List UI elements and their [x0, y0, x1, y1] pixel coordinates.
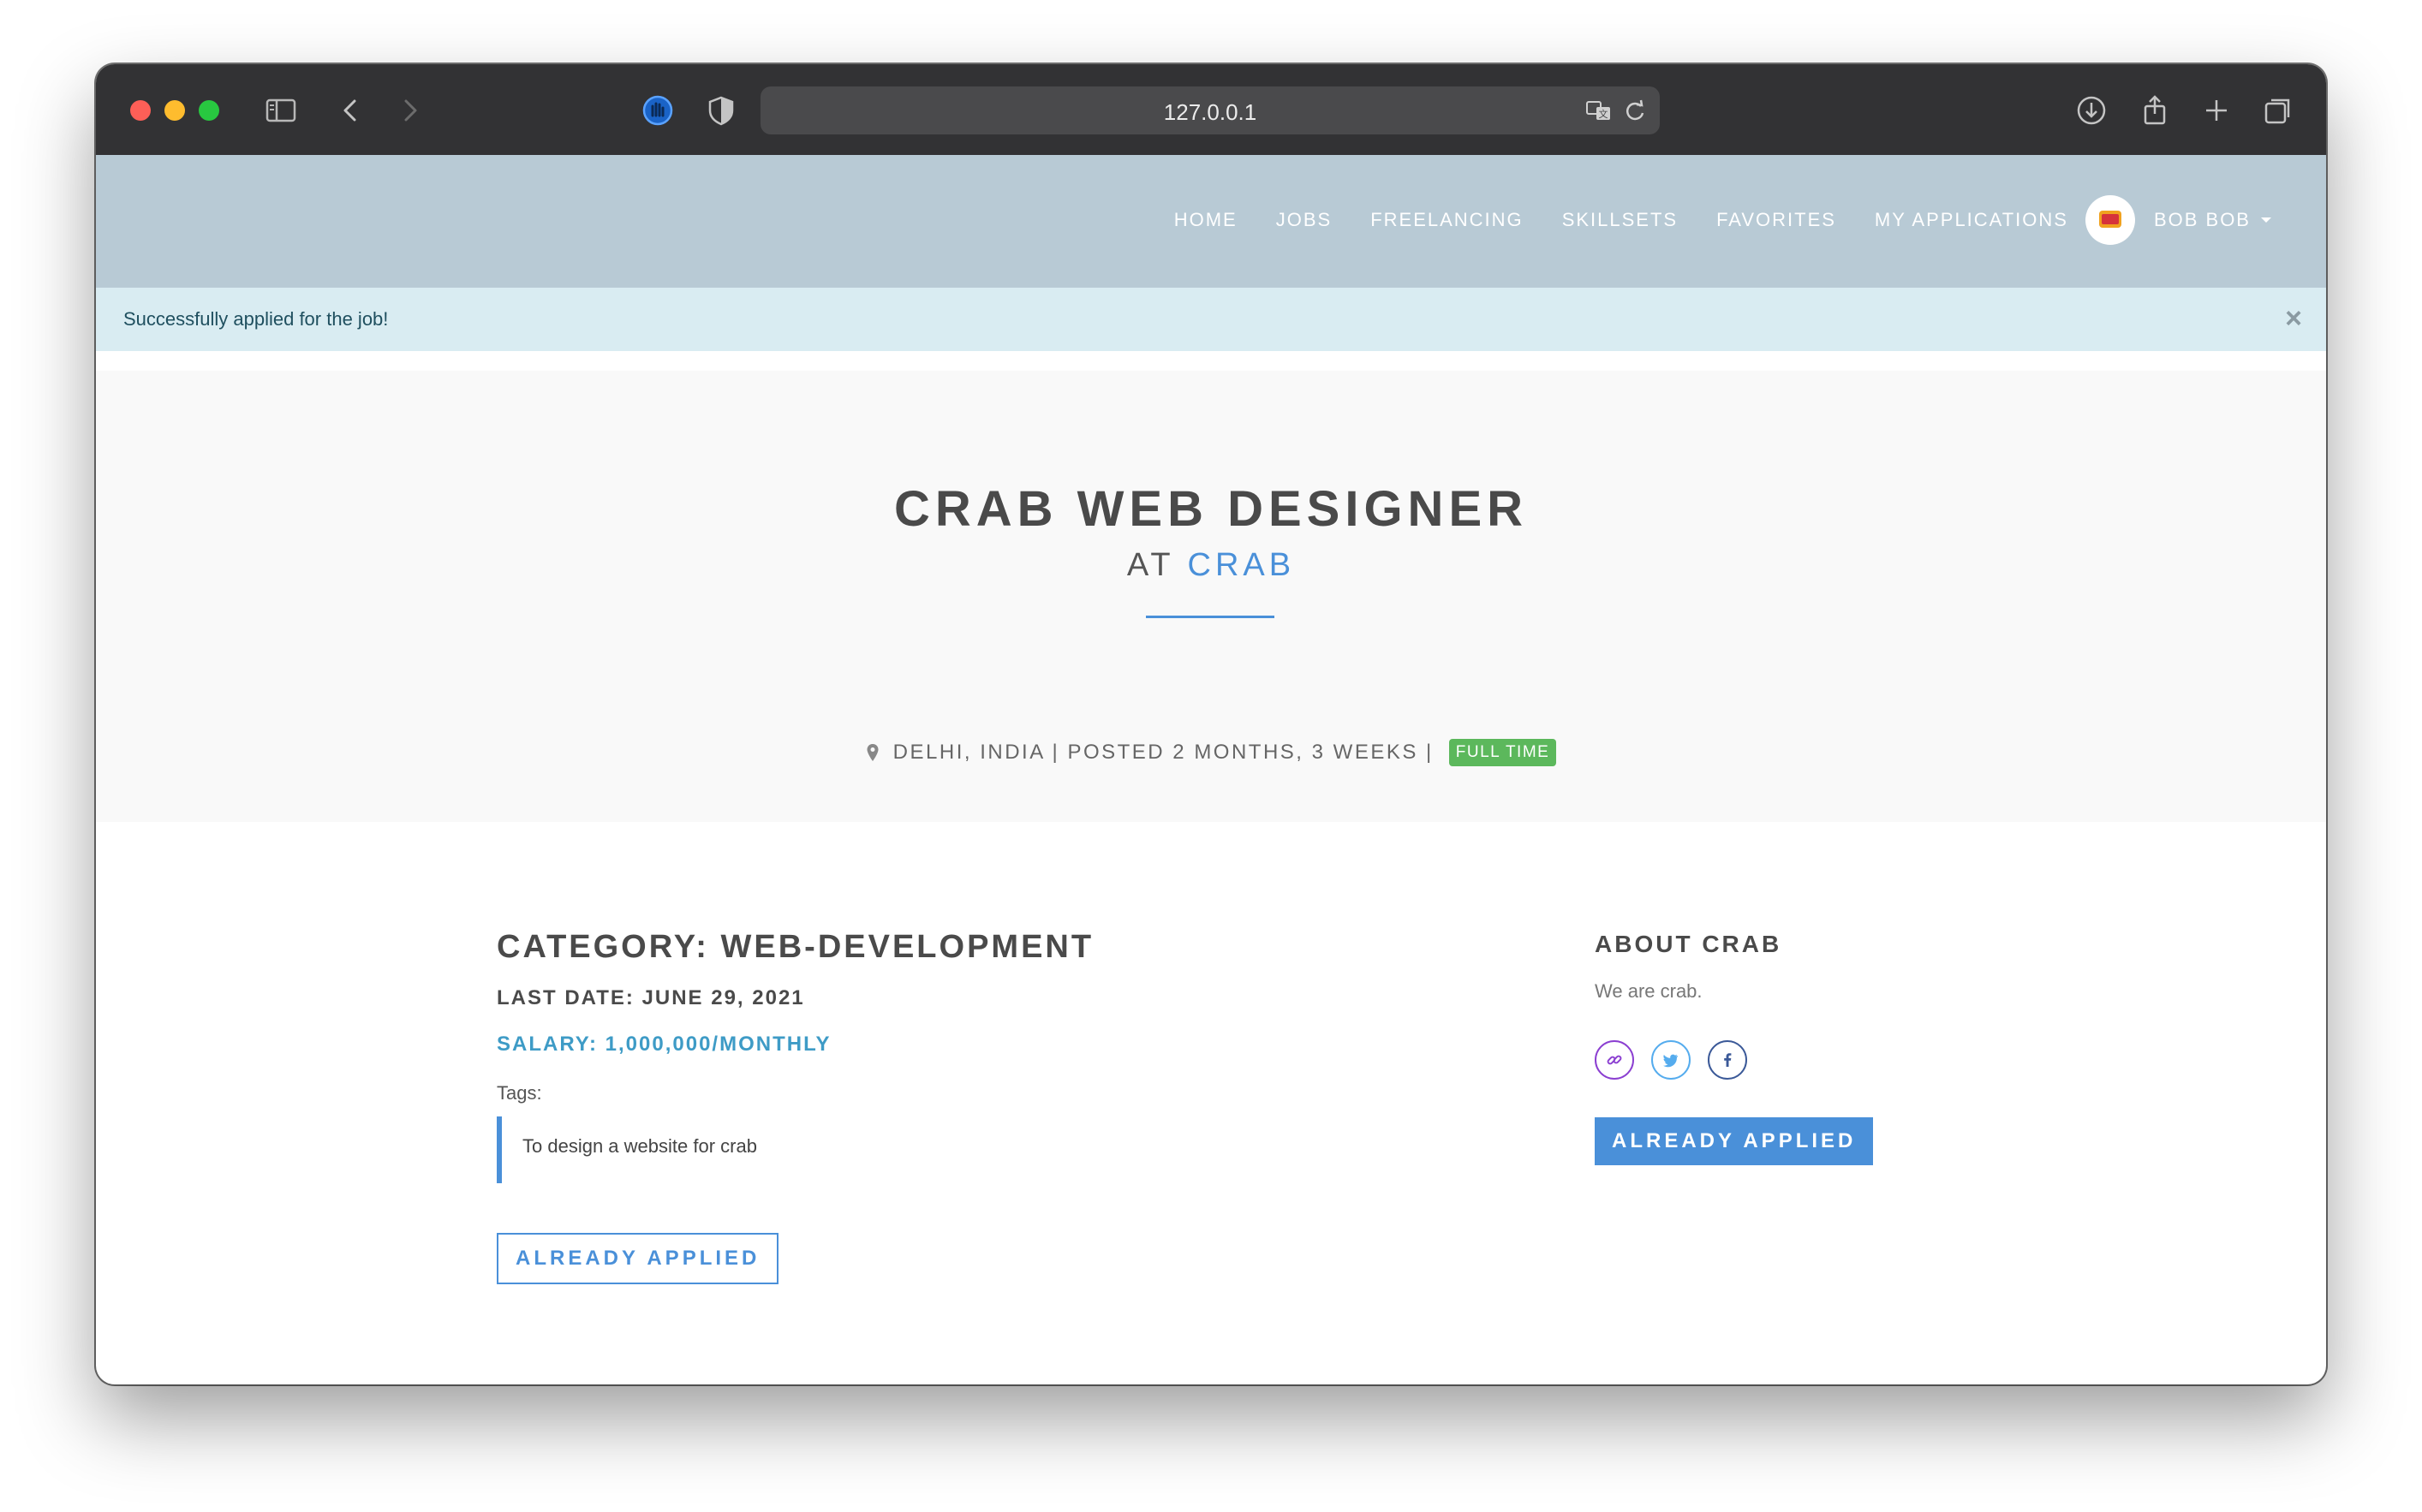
back-icon[interactable] [334, 93, 368, 128]
job-hero: CRAB WEB DESIGNER AT CRAB DELHI, INDIA |… [96, 371, 2326, 822]
website-link-icon[interactable] [1595, 1040, 1634, 1080]
job-location-posted: DELHI, INDIA | POSTED 2 MONTHS, 3 WEEKS … [892, 741, 1434, 764]
job-subtitle: AT CRAB [96, 547, 2326, 584]
avatar[interactable] [2085, 195, 2135, 245]
address-bar[interactable]: 127.0.0.1 文 [761, 86, 1660, 134]
avatar-image-detail [2101, 214, 2119, 224]
twitter-icon[interactable] [1651, 1040, 1691, 1080]
tags-label: Tags: [497, 1082, 542, 1104]
company-link[interactable]: CRAB [1188, 547, 1296, 583]
already-applied-button[interactable]: ALREADY APPLIED [497, 1233, 779, 1284]
browser-window: 127.0.0.1 文 HOME JOBS FREELANCING SKILLS… [96, 64, 2326, 1384]
close-icon[interactable]: × [2285, 301, 2302, 336]
map-pin-icon [866, 743, 880, 762]
downloads-icon[interactable] [2074, 93, 2109, 128]
job-salary: SALARY: 1,000,000/MONTHLY [497, 1033, 832, 1056]
title-divider [1146, 616, 1274, 618]
reload-icon[interactable] [1620, 97, 1649, 126]
url-text: 127.0.0.1 [1163, 99, 1257, 125]
job-description-text: To design a website for crab [522, 1135, 757, 1157]
chevron-down-icon[interactable] [2261, 217, 2271, 223]
share-icon[interactable] [2138, 93, 2172, 128]
privacy-shield-icon[interactable] [704, 93, 738, 128]
success-alert: Successfully applied for the job! × [96, 288, 2326, 351]
forward-icon[interactable] [392, 93, 427, 128]
site-navbar: HOME JOBS FREELANCING SKILLSETS FAVORITE… [96, 155, 2326, 288]
nav-freelancing[interactable]: FREELANCING [1370, 209, 1523, 231]
close-window-button[interactable] [130, 100, 151, 121]
at-label: AT [1126, 547, 1174, 583]
facebook-icon[interactable] [1708, 1040, 1747, 1080]
job-type-badge: FULL TIME [1448, 739, 1557, 766]
job-category: CATEGORY: WEB-DEVELOPMENT [497, 929, 1095, 965]
sidebar-toggle-icon[interactable] [264, 93, 298, 128]
alert-message: Successfully applied for the job! [123, 308, 389, 330]
nav-home[interactable]: HOME [1174, 209, 1238, 231]
job-meta: DELHI, INDIA | POSTED 2 MONTHS, 3 WEEKS … [96, 739, 2326, 766]
already-applied-sidebar-button[interactable]: ALREADY APPLIED [1595, 1117, 1874, 1165]
nav-my-applications[interactable]: MY APPLICATIONS [1875, 209, 2068, 231]
user-menu-name[interactable]: BOB BOB [2154, 209, 2251, 231]
nav-skillsets[interactable]: SKILLSETS [1562, 209, 1678, 231]
nav-jobs[interactable]: JOBS [1276, 209, 1332, 231]
social-links [1595, 1040, 2023, 1080]
job-details: CATEGORY: WEB-DEVELOPMENT LAST DATE: JUN… [497, 929, 1439, 1284]
browser-toolbar: 127.0.0.1 文 [96, 64, 2326, 157]
about-text: We are crab. [1595, 980, 1703, 1002]
company-sidebar: ABOUT CRAB We are crab. ALREADY APPLIED [1595, 931, 2023, 1165]
minimize-window-button[interactable] [164, 100, 185, 121]
tab-overview-icon[interactable] [2261, 93, 2295, 128]
job-title: CRAB WEB DESIGNER [893, 481, 1529, 537]
nav-favorites[interactable]: FAVORITES [1716, 209, 1836, 231]
svg-text:文: 文 [1599, 108, 1608, 120]
extension-hand-icon[interactable] [641, 93, 675, 128]
job-last-date: LAST DATE: JUNE 29, 2021 [497, 986, 805, 1009]
job-description: To design a website for crab [497, 1116, 1439, 1183]
nav-links: HOME JOBS FREELANCING SKILLSETS FAVORITE… [1174, 194, 2271, 246]
translate-icon[interactable]: 文 [1584, 97, 1614, 126]
about-title: ABOUT CRAB [1595, 931, 1782, 957]
new-tab-icon[interactable] [2199, 93, 2234, 128]
zoom-window-button[interactable] [199, 100, 219, 121]
